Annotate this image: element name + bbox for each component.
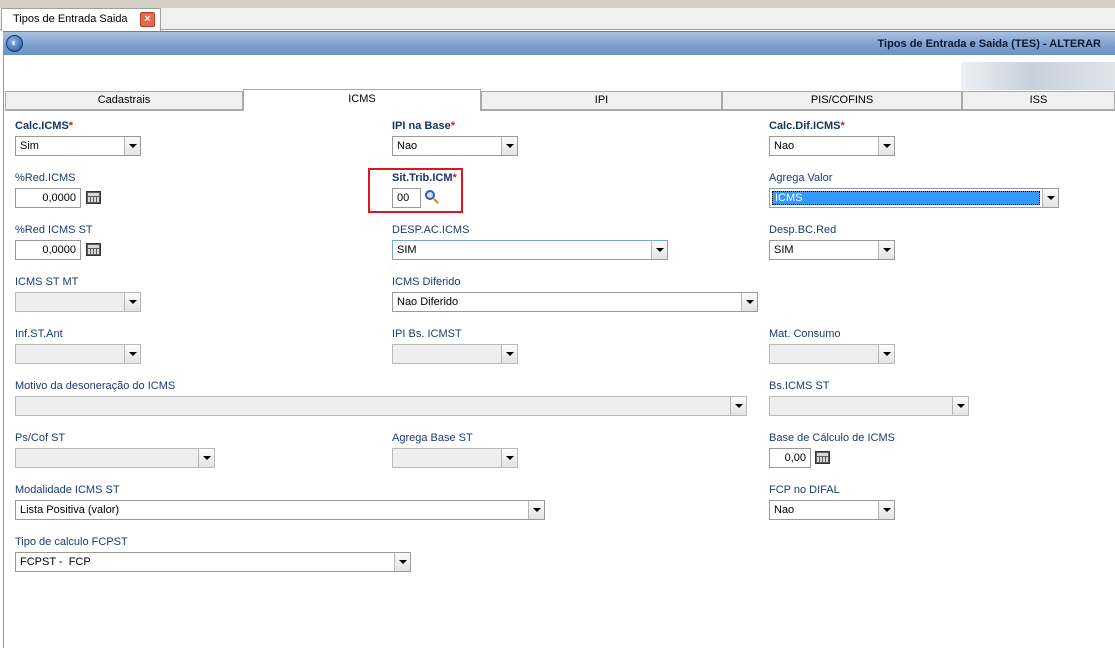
tab-iss[interactable]: ISS <box>962 91 1115 110</box>
chevron-down-icon[interactable] <box>878 241 894 259</box>
inf-st-ant-label: Inf.ST.Ant <box>15 328 63 340</box>
ipi-na-base-value: Nao <box>397 140 418 152</box>
motivo-desoneracao-label: Motivo da desoneração do ICMS <box>15 380 176 392</box>
calculator-icon[interactable] <box>86 191 101 204</box>
top-strip <box>0 0 1115 8</box>
fcp-no-difal-select[interactable]: Nao <box>769 500 895 520</box>
ipi-bs-icmst-label: IPI Bs. ICMST <box>392 328 462 340</box>
desp-ac-icms-select[interactable]: SIM <box>392 240 668 260</box>
chevron-down-icon[interactable] <box>730 397 746 415</box>
desp-ac-icms-label: DESP.AC.ICMS <box>392 224 470 236</box>
required-marker: * <box>68 120 74 132</box>
sit-trib-icm-input[interactable]: 00 <box>392 188 421 208</box>
chevron-down-icon[interactable] <box>741 293 757 311</box>
tab-ipi[interactable]: IPI <box>481 91 722 110</box>
required-marker: * <box>450 120 455 132</box>
red-icms-st-label: %Red ICMS ST <box>15 224 93 236</box>
app-logo-icon[interactable]: ◐ <box>6 35 23 52</box>
frame-border <box>3 55 4 648</box>
tipo-calculo-fcpst-select[interactable]: FCPST - FCP <box>15 552 411 572</box>
fcp-no-difal-value: Nao <box>774 504 795 516</box>
calc-icms-select[interactable]: Sim <box>15 136 141 156</box>
calc-icms-label: Calc.ICMS* <box>15 120 74 132</box>
icms-diferido-select[interactable]: Nao Diferido <box>392 292 758 312</box>
red-icms-input[interactable]: 0,0000 <box>15 188 81 208</box>
ipi-na-base-label: IPI na Base* <box>392 120 455 132</box>
close-icon[interactable]: × <box>140 12 155 27</box>
ps-cof-st-label: Ps/Cof ST <box>15 432 66 444</box>
agrega-valor-label: Agrega Valor <box>769 172 833 184</box>
agrega-base-st-label: Agrega Base ST <box>392 432 473 444</box>
calculator-icon[interactable] <box>815 451 830 464</box>
chevron-down-icon[interactable] <box>124 137 140 155</box>
modalidade-icms-st-value: Lista Positiva (valor) <box>20 504 120 516</box>
agrega-base-st-select[interactable] <box>392 448 518 468</box>
icms-diferido-label: ICMS Diferido <box>392 276 461 288</box>
calc-dif-icms-label: Calc.Dif.ICMS* <box>769 120 845 132</box>
tab-icms[interactable]: ICMS <box>243 89 481 111</box>
chevron-down-icon[interactable] <box>124 293 140 311</box>
required-marker: * <box>452 172 457 184</box>
base-calculo-icms-label: Base de Cálculo de ICMS <box>769 432 895 444</box>
calc-dif-icms-value: Nao <box>774 140 795 152</box>
chevron-down-icon[interactable] <box>501 345 517 363</box>
document-tab-bar: Tipos de Entrada Saida × <box>0 8 1115 31</box>
chevron-down-icon[interactable] <box>1042 189 1058 207</box>
desp-bc-red-label: Desp.BC.Red <box>769 224 837 236</box>
chevron-down-icon[interactable] <box>501 449 517 467</box>
window-title-bar: ◐ Tipos de Entrada e Saida (TES) - ALTER… <box>3 31 1115 55</box>
bs-icms-st-label: Bs.ICMS ST <box>769 380 830 392</box>
inf-st-ant-select[interactable] <box>15 344 141 364</box>
ps-cof-st-select[interactable] <box>15 448 215 468</box>
calc-dif-icms-select[interactable]: Nao <box>769 136 895 156</box>
desp-bc-red-value: SIM <box>774 244 794 256</box>
tabs-baseline <box>5 110 1115 111</box>
agrega-valor-select[interactable]: ICMS <box>769 188 1059 208</box>
desp-bc-red-select[interactable]: SIM <box>769 240 895 260</box>
chevron-down-icon[interactable] <box>952 397 968 415</box>
bs-icms-st-select[interactable] <box>769 396 969 416</box>
required-marker: * <box>840 120 845 132</box>
sit-trib-icm-label: Sit.Trib.ICM* <box>392 172 457 184</box>
base-calculo-icms-input[interactable]: 0,00 <box>769 448 811 468</box>
icms-st-mt-select[interactable] <box>15 292 141 312</box>
tipo-calculo-fcpst-value: FCPST - FCP <box>20 556 91 568</box>
tipo-calculo-fcpst-label: Tipo de calculo FCPST <box>15 536 128 548</box>
document-tab[interactable]: Tipos de Entrada Saida × <box>1 8 161 31</box>
tab-pis-cofins[interactable]: PIS/COFINS <box>722 91 962 110</box>
chevron-down-icon[interactable] <box>501 137 517 155</box>
calc-icms-value: Sim <box>20 140 39 152</box>
folder-tabs: Cadastrais ICMS IPI PIS/COFINS ISS <box>5 89 1115 111</box>
ipi-bs-icmst-select[interactable] <box>392 344 518 364</box>
mat-consumo-select[interactable] <box>769 344 895 364</box>
red-icms-label: %Red.ICMS <box>15 172 76 184</box>
chevron-down-icon[interactable] <box>198 449 214 467</box>
chevron-down-icon[interactable] <box>124 345 140 363</box>
tab-cadastrais[interactable]: Cadastrais <box>5 91 243 110</box>
window-title: Tipos de Entrada e Saida (TES) - ALTERAR <box>877 38 1102 50</box>
decorative-gradient <box>961 62 1115 90</box>
document-tab-label: Tipos de Entrada Saida <box>13 13 128 25</box>
search-icon[interactable] <box>425 190 435 200</box>
ipi-na-base-select[interactable]: Nao <box>392 136 518 156</box>
modalidade-icms-st-select[interactable]: Lista Positiva (valor) <box>15 500 545 520</box>
chevron-down-icon[interactable] <box>878 137 894 155</box>
agrega-valor-value: ICMS <box>772 191 1040 205</box>
chevron-down-icon[interactable] <box>878 501 894 519</box>
chevron-down-icon[interactable] <box>651 241 667 259</box>
fcp-no-difal-label: FCP no DIFAL <box>769 484 840 496</box>
chevron-down-icon[interactable] <box>878 345 894 363</box>
desp-ac-icms-value: SIM <box>397 244 417 256</box>
chevron-down-icon[interactable] <box>394 553 410 571</box>
modalidade-icms-st-label: Modalidade ICMS ST <box>15 484 120 496</box>
mat-consumo-label: Mat. Consumo <box>769 328 841 340</box>
red-icms-st-input[interactable]: 0,0000 <box>15 240 81 260</box>
icms-diferido-value: Nao Diferido <box>397 296 459 308</box>
calculator-icon[interactable] <box>86 243 101 256</box>
icms-st-mt-label: ICMS ST MT <box>15 276 79 288</box>
motivo-desoneracao-select[interactable] <box>15 396 747 416</box>
chevron-down-icon[interactable] <box>528 501 544 519</box>
